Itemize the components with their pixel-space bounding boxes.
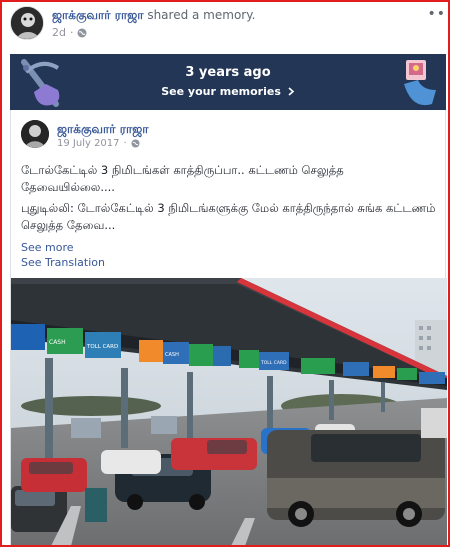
sign-label: TOLL CARD bbox=[260, 360, 287, 366]
separator-dot: · bbox=[69, 26, 74, 39]
author-line: ஜாக்குவார் ராஜா shared a memory. bbox=[52, 8, 255, 24]
post-photo[interactable]: CASH TOLL CARD CASH TOLL CARD bbox=[11, 278, 447, 545]
post-meta: 2d · bbox=[52, 26, 87, 39]
sign-label: TOLL CARD bbox=[86, 344, 118, 350]
separator-dot: · bbox=[123, 138, 127, 149]
see-more-link[interactable]: See more bbox=[21, 241, 74, 254]
shared-post-author[interactable]: ஜாக்குவார் ராஜா bbox=[57, 122, 149, 138]
avatar[interactable] bbox=[10, 6, 44, 40]
sign-label: CASH bbox=[165, 352, 179, 358]
shared-post-avatar[interactable] bbox=[21, 120, 49, 148]
shared-post-date[interactable]: 19 July 2017 bbox=[57, 138, 120, 149]
see-memories-label: See your memories bbox=[161, 85, 281, 98]
screenshot-frame: ஜாக்குவார் ராஜா shared a memory. 2d · ••… bbox=[0, 0, 450, 547]
see-memories-link[interactable]: See your memories bbox=[10, 85, 446, 98]
more-options-icon[interactable]: •• bbox=[427, 6, 446, 22]
memories-banner[interactable]: 3 years ago See your memories bbox=[10, 54, 446, 110]
post-text-paragraph-1: டோல்கேட்டில் 3 நிமிடங்கள் காத்திருப்பா..… bbox=[21, 163, 344, 194]
globe-icon bbox=[131, 139, 140, 148]
post-header: ஜாக்குவார் ராஜா shared a memory. 2d · •• bbox=[10, 6, 446, 46]
post-action: shared a memory. bbox=[143, 8, 256, 22]
post-text-paragraph-2: புதுடில்லி: டோல்கேட்டில் 3 நிமிடங்களுக்க… bbox=[21, 201, 436, 232]
sign-label: CASH bbox=[49, 339, 66, 346]
globe-icon bbox=[77, 28, 87, 37]
shared-post-card: ஜாக்குவார் ராஜா 19 July 2017 · டோல்கேட்ட… bbox=[10, 110, 447, 545]
chevron-right-icon bbox=[288, 87, 294, 96]
see-translation-link[interactable]: See Translation bbox=[21, 256, 105, 269]
memories-title: 3 years ago bbox=[185, 65, 271, 80]
post-time[interactable]: 2d bbox=[52, 26, 66, 39]
author-name[interactable]: ஜாக்குவார் ராஜா bbox=[52, 8, 144, 22]
shared-post-meta: 19 July 2017 · bbox=[57, 138, 140, 149]
memories-left-illustration-icon bbox=[21, 59, 60, 107]
memories-right-illustration-icon bbox=[404, 60, 436, 106]
toll-plaza-image: CASH TOLL CARD CASH TOLL CARD bbox=[11, 278, 447, 545]
